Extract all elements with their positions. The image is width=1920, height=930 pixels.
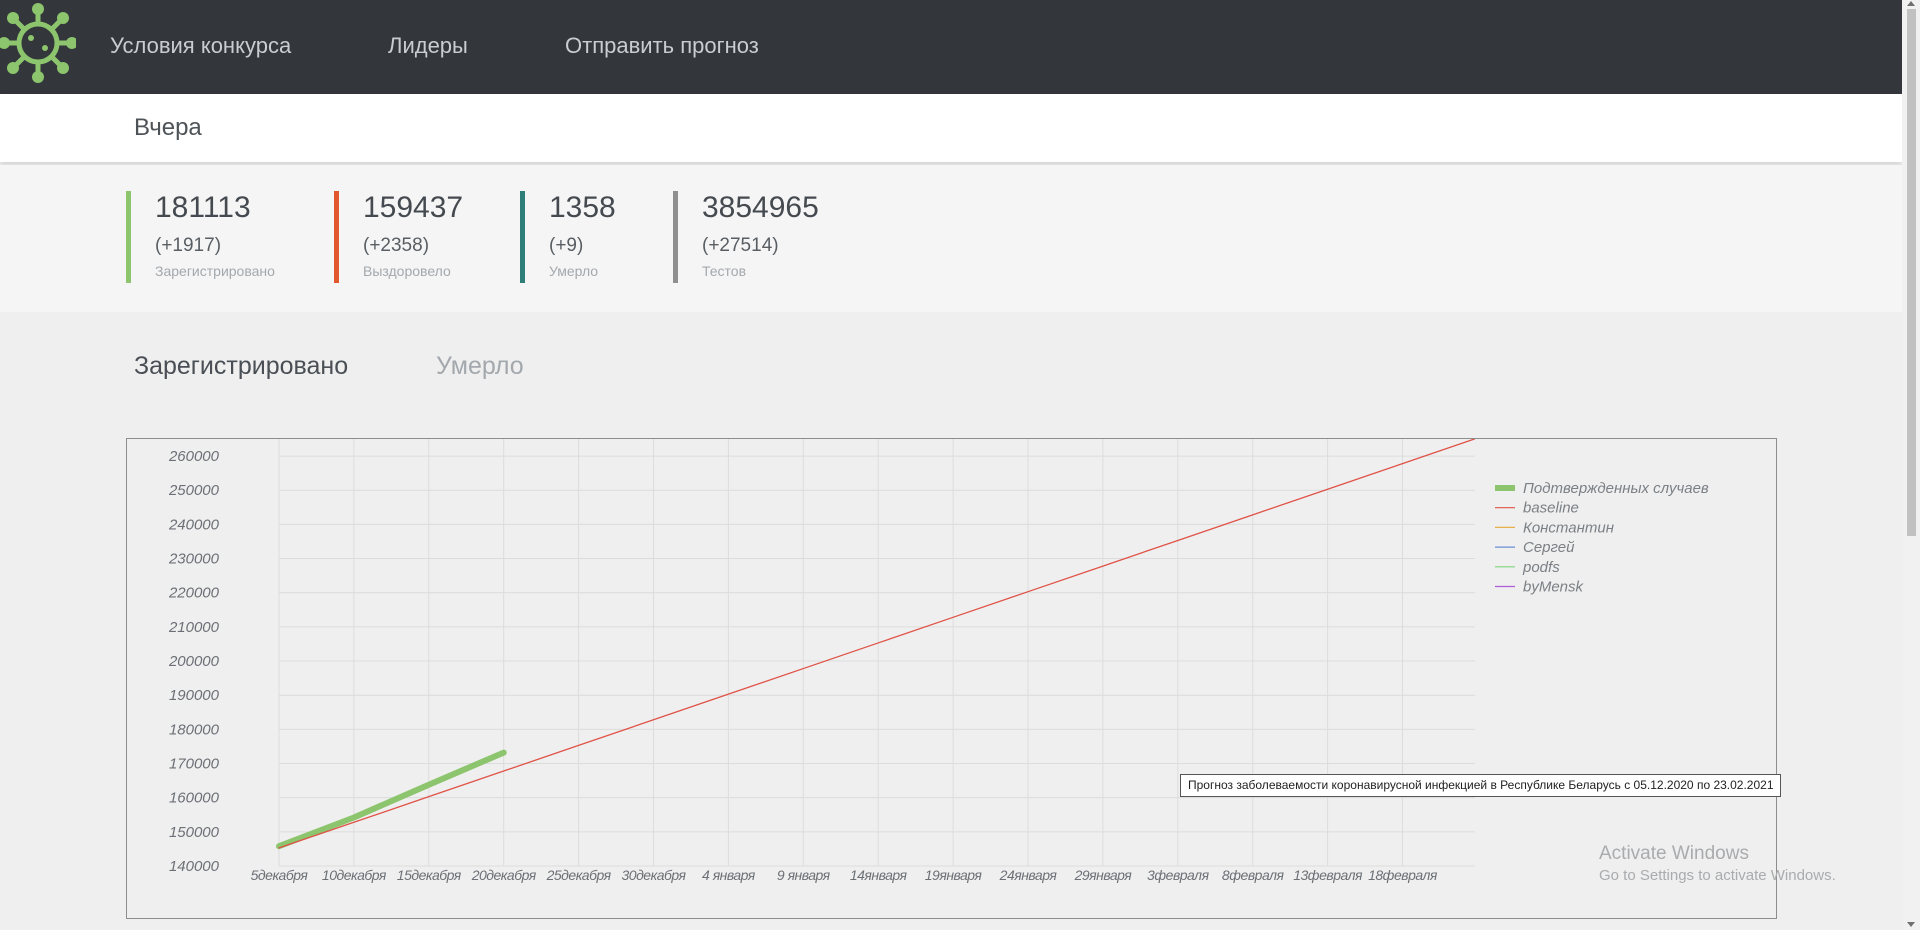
- chart-canvas: 140000 150000 160000 170000 180000 190000 2000…: [168, 439, 1709, 883]
- stat-value: 3854965: [702, 191, 819, 224]
- stat-value: 181113: [155, 191, 251, 224]
- x-tick-label: 20декабря: [471, 867, 537, 883]
- scroll-thumb[interactable]: [1907, 9, 1916, 536]
- top-navbar: Условия конкурса Лидеры Отправить прогно…: [0, 0, 1902, 94]
- page-scrollbar[interactable]: [1902, 0, 1920, 930]
- stat-recovered: 159437 (+2358) Выздоровело: [334, 191, 463, 283]
- y-tick-label: 250000: [168, 482, 220, 499]
- legend-item: Константин: [1523, 519, 1614, 536]
- x-tick-label: 30декабря: [622, 867, 687, 883]
- y-tick-label: 180000: [169, 721, 220, 738]
- x-tick-label: 3февраля: [1147, 867, 1210, 883]
- stat-registered: 181113 (+1917) Зарегистрировано: [126, 191, 275, 283]
- legend-item: baseline: [1523, 500, 1579, 517]
- nav-leaders[interactable]: Лидеры: [388, 33, 468, 59]
- scroll-up-arrow-icon[interactable]: [1907, 1, 1915, 6]
- y-tick-label: 220000: [168, 585, 220, 602]
- activate-windows-title: Activate Windows: [1599, 843, 1749, 864]
- stat-delta: (+1917): [155, 235, 222, 256]
- x-tick-label: 8февраля: [1222, 867, 1285, 883]
- y-tick-label: 170000: [169, 756, 220, 773]
- virus-logo-icon[interactable]: [0, 2, 76, 84]
- stat-tests: 3854965 (+27514) Тестов: [673, 191, 819, 283]
- x-tick-label: 10декабря: [322, 867, 387, 883]
- y-tick-label: 230000: [168, 551, 220, 568]
- stat-label: Тестов: [702, 263, 747, 279]
- tab-registered[interactable]: Зарегистрировано: [134, 352, 348, 381]
- y-tick-label: 190000: [169, 687, 220, 704]
- x-tick-label: 29января: [1074, 867, 1133, 883]
- y-tick-label: 240000: [168, 516, 220, 533]
- nav-contest-rules[interactable]: Условия конкурса: [110, 33, 291, 59]
- stat-delta: (+27514): [702, 235, 779, 256]
- y-tick-label: 160000: [169, 790, 220, 807]
- x-tick-label: 4 января: [702, 867, 756, 883]
- x-tick-label: 19января: [925, 867, 983, 883]
- stat-value: 159437: [363, 191, 464, 224]
- chart-title: Прогноз заболеваемости коронавирусной ин…: [1180, 774, 1781, 797]
- y-tick-label: 210000: [168, 619, 220, 636]
- scroll-down-arrow-icon[interactable]: [1907, 922, 1915, 927]
- nav-submit-forecast[interactable]: Отправить прогноз: [565, 33, 759, 59]
- activate-windows-hint: Go to Settings to activate Windows.: [1599, 867, 1836, 884]
- x-tick-label: 5декабря: [251, 867, 309, 883]
- y-tick-label: 260000: [168, 448, 220, 465]
- legend-item: Сергей: [1523, 539, 1575, 556]
- page-title: Вчера: [134, 114, 202, 141]
- x-tick-label: 13февраля: [1293, 867, 1363, 883]
- y-tick-label: 200000: [168, 653, 220, 670]
- stats-panel: 181113 (+1917) Зарегистрировано 159437 (…: [0, 165, 1902, 312]
- stat-deaths: 1358 (+9) Умерло: [520, 191, 616, 283]
- x-tick-label: 14января: [850, 867, 908, 883]
- stat-label: Выздоровело: [363, 263, 451, 279]
- stat-value: 1358: [549, 191, 616, 224]
- x-tick-label: 24января: [999, 867, 1058, 883]
- y-tick-label: 150000: [169, 824, 220, 841]
- x-tick-label: 9 января: [777, 867, 831, 883]
- yesterday-header: Вчера: [0, 94, 1902, 162]
- tab-deaths[interactable]: Умерло: [436, 352, 524, 381]
- stat-delta: (+9): [549, 235, 584, 256]
- legend-item: podfs: [1522, 559, 1560, 576]
- y-tick-label: 140000: [169, 858, 220, 875]
- x-tick-label: 25декабря: [546, 867, 612, 883]
- forecast-chart: 140000 150000 160000 170000 180000 190000 2000…: [126, 438, 1777, 919]
- x-tick-label: 18февраля: [1368, 867, 1438, 883]
- x-tick-label: 15декабря: [397, 867, 462, 883]
- legend-item: byMensk: [1523, 579, 1585, 596]
- stat-delta: (+2358): [363, 235, 430, 256]
- stat-label: Умерло: [549, 263, 599, 279]
- stat-label: Зарегистрировано: [155, 263, 275, 279]
- legend-item: Подтвержденных случаев: [1523, 480, 1709, 497]
